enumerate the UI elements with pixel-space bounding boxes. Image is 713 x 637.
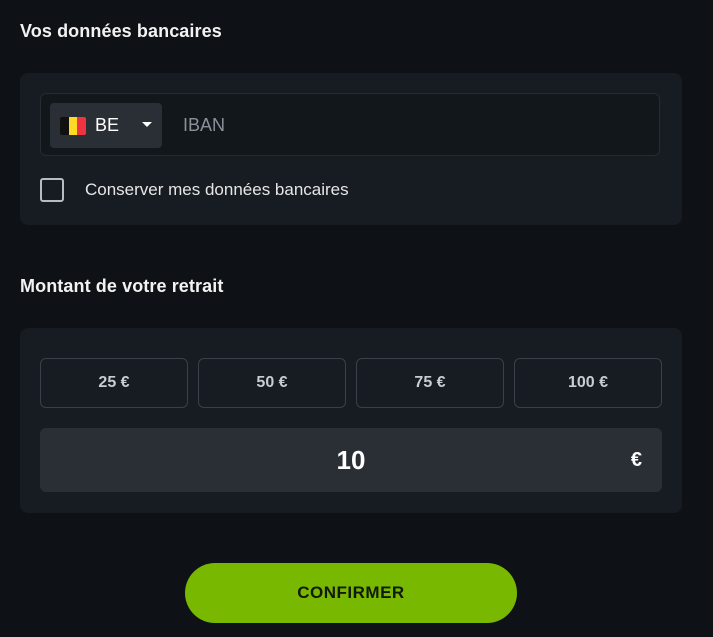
iban-input[interactable]	[181, 103, 643, 148]
chevron-down-icon	[142, 122, 152, 127]
save-bank-details-checkbox[interactable]	[40, 178, 64, 202]
amount-value: 10	[336, 445, 366, 475]
preset-25-button[interactable]: 25 €	[40, 358, 188, 408]
country-code: BE	[95, 115, 120, 135]
confirm-button[interactable]: CONFIRMER	[185, 563, 517, 623]
belgium-flag-icon	[60, 116, 86, 135]
preset-100-button[interactable]: 100 €	[514, 358, 662, 408]
iban-field-group: BE	[40, 93, 660, 156]
amount-section-title: Montant de votre retrait	[20, 276, 224, 296]
country-select[interactable]: BE	[50, 103, 162, 148]
bank-section-title: Vos données bancaires	[20, 21, 222, 41]
withdrawal-page: Vos données bancaires BE Conserver mes d…	[0, 0, 713, 637]
preset-75-button[interactable]: 75 €	[356, 358, 504, 408]
save-bank-details-row[interactable]: Conserver mes données bancaires	[40, 178, 349, 202]
bank-details-card: BE Conserver mes données bancaires	[20, 73, 682, 225]
currency-symbol: €	[630, 449, 642, 471]
save-bank-details-label: Conserver mes données bancaires	[85, 180, 349, 199]
amount-input[interactable]: 10 €	[40, 428, 662, 492]
preset-50-button[interactable]: 50 €	[198, 358, 346, 408]
amount-presets: 25 € 50 € 75 € 100 €	[40, 358, 662, 408]
amount-card: 25 € 50 € 75 € 100 € 10 €	[20, 328, 682, 513]
